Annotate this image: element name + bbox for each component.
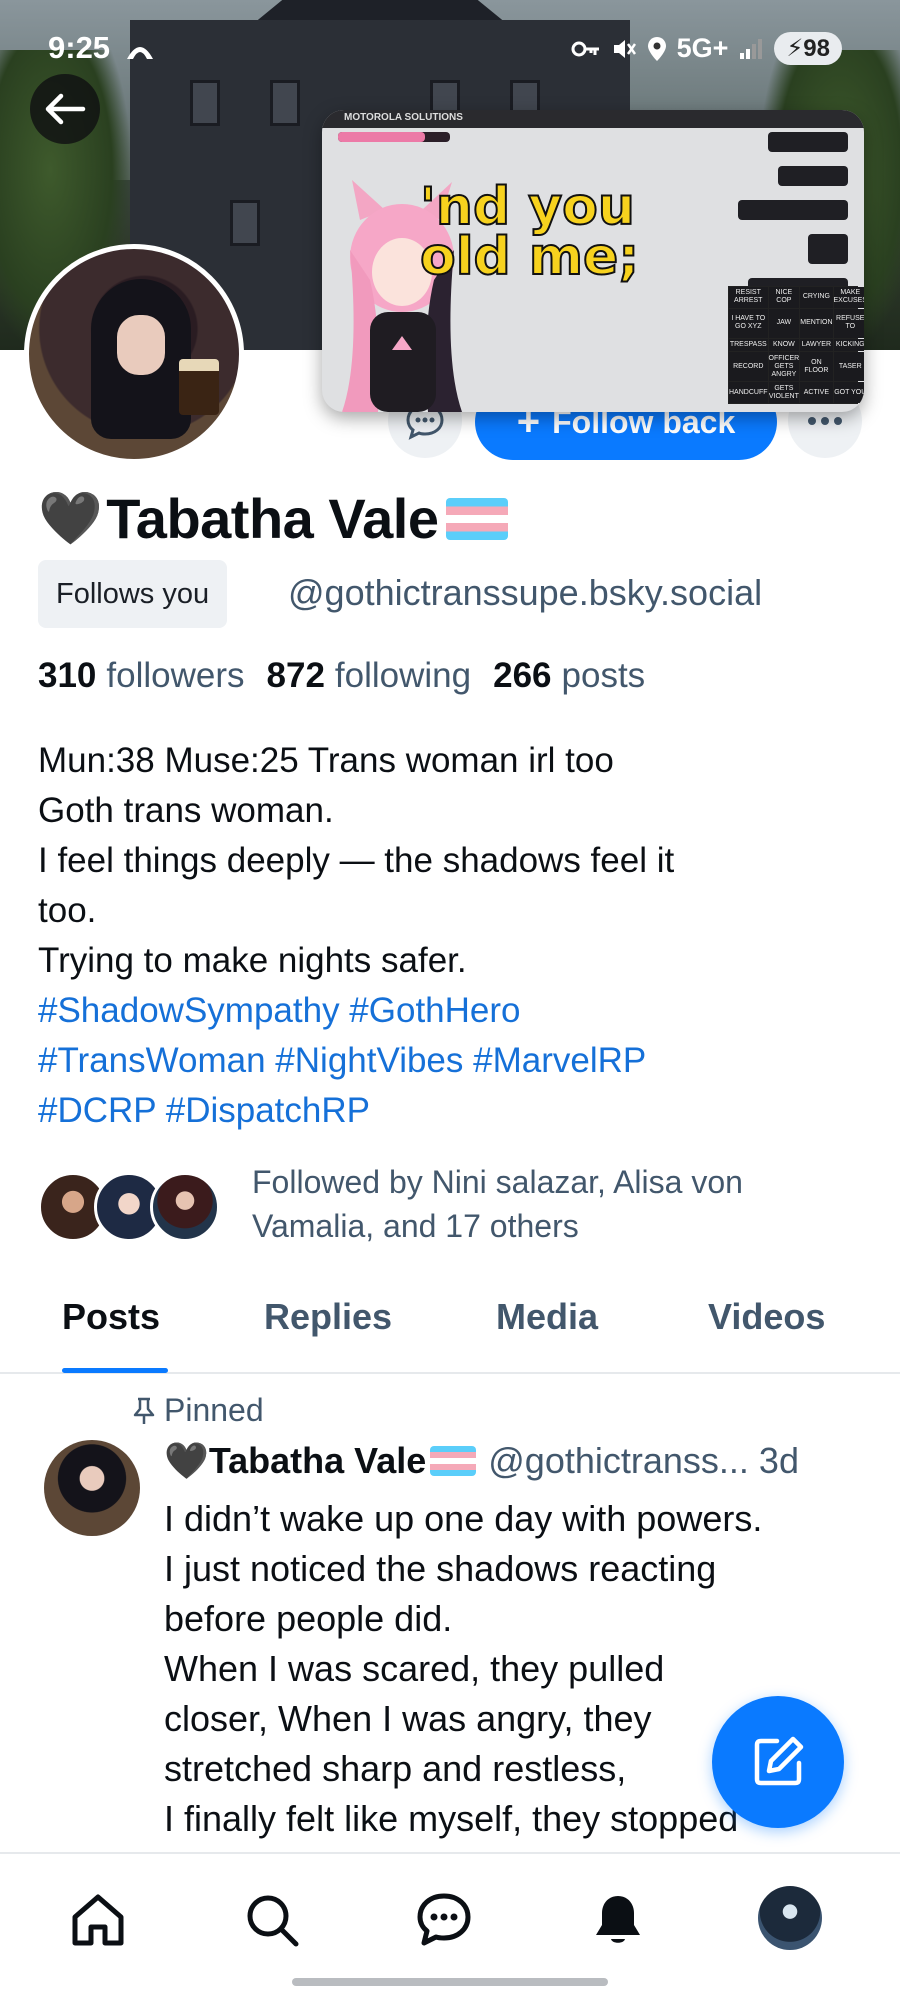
bingo-cell: ACTIVE — [800, 382, 833, 403]
post-header: 🖤 Tabatha Vale @gothictranss... 3d — [164, 1440, 884, 1482]
profile-avatar[interactable] — [24, 244, 244, 464]
trans-flag-emoji — [446, 497, 509, 540]
followed-by-text: Followed by Nini salazar, Alisa von Vama… — [252, 1164, 743, 1244]
network-type: 5G+ — [676, 33, 729, 63]
post-author-handle[interactable]: @gothictranss... — [488, 1440, 749, 1482]
tab-media[interactable]: Media — [496, 1296, 598, 1338]
bingo-cell: MAKE EXCUSES — [833, 287, 864, 308]
bingo-cell: ON FLOOR — [800, 352, 833, 382]
display-name: 🖤 Tabatha Vale — [38, 486, 509, 551]
bingo-cell: GOT YOU — [833, 382, 864, 403]
bingo-cell: CRYING — [800, 287, 833, 308]
nav-search[interactable] — [240, 1888, 304, 1952]
vpn-key-icon — [571, 41, 599, 56]
profile-tabs: Posts Replies Media Videos — [0, 1280, 900, 1374]
follows-you-badge: Follows you — [38, 560, 228, 628]
bingo-cell: LAWYER — [800, 338, 833, 352]
banner-window — [230, 200, 260, 246]
active-tab-indicator — [62, 1368, 168, 1373]
bio-line: Trying to make nights safer. — [38, 941, 467, 980]
pinned-label: Pinned — [164, 1392, 264, 1428]
mute-icon — [613, 39, 636, 58]
bio-hashtags[interactable]: #ShadowSympathy #GothHero #TransWoman #N… — [38, 986, 858, 1136]
bio-line: Goth trans woman. — [38, 791, 334, 830]
pip-caption: 'nd you old me; — [419, 177, 640, 287]
post-line: When I was scared, they pulled — [164, 1648, 665, 1689]
bingo-cell: RESIST ARREST — [729, 287, 768, 308]
home-icon — [72, 1894, 124, 1946]
nav-messages[interactable] — [412, 1888, 476, 1952]
pip-video-player[interactable]: MOTOROLA SOLUTIONS 'nd you old me; RESIS… — [322, 110, 864, 412]
bio-line: I feel things deeply — the shadows feel … — [38, 841, 675, 880]
location-icon — [647, 36, 666, 61]
bingo-cell: TRESPASS — [729, 338, 768, 352]
profile-stats: 310 followers 872 following 266 posts — [38, 656, 645, 696]
following-stat[interactable]: 872 following — [267, 656, 472, 696]
home-indicator — [292, 1978, 608, 1986]
messages-icon — [417, 1893, 471, 1946]
arrow-left-icon — [45, 93, 86, 125]
more-icon — [808, 417, 842, 425]
bell-icon — [596, 1896, 640, 1943]
bingo-cell: KICKING — [833, 338, 864, 352]
bingo-cell: KNOW — [768, 338, 800, 352]
bingo-cell: OFFICER GETS ANGRY — [768, 352, 800, 382]
bingo-cell: RECORD — [729, 352, 768, 382]
profile-handle: @gothictranssupe.bsky.social — [288, 572, 763, 613]
bingo-cell: NICE COP — [768, 287, 800, 308]
search-icon — [247, 1895, 299, 1947]
tab-replies[interactable]: Replies — [264, 1296, 392, 1338]
pip-bingo-board: RESIST ARRESTNICE COPCRYINGMAKE EXCUSESF… — [728, 286, 864, 404]
bingo-cell: JAW — [768, 308, 800, 338]
status-icons: 5G+ ⚡98 — [571, 32, 842, 65]
follower-avatar — [150, 1172, 220, 1242]
hashtag-line[interactable]: #ShadowSympathy #GothHero — [38, 986, 858, 1036]
pip-goal-bar — [338, 132, 450, 142]
bingo-cell: REFUSE TO — [833, 308, 864, 338]
post-line: I didn’t wake up one day with powers. — [164, 1498, 763, 1539]
signal-icon — [740, 38, 763, 59]
nav-notifications[interactable] — [586, 1888, 650, 1952]
hashtag-line[interactable]: #DCRP #DispatchRP — [38, 1086, 858, 1136]
back-button[interactable] — [30, 74, 100, 144]
post-author-name[interactable]: 🖤 Tabatha Vale — [164, 1440, 477, 1482]
nav-home[interactable] — [66, 1888, 130, 1952]
compose-button[interactable] — [712, 1696, 844, 1828]
bingo-cell: TASER — [833, 352, 864, 382]
pip-watermark: MOTOROLA SOLUTIONS — [344, 112, 463, 123]
status-time: 9:25 — [48, 30, 155, 66]
pin-icon — [133, 1397, 155, 1424]
post-line: before people did. — [164, 1598, 453, 1639]
bingo-cell: I HAVE TO GO XYZ — [729, 308, 768, 338]
battery-indicator: ⚡98 — [774, 32, 842, 65]
post-author-avatar[interactable] — [44, 1440, 140, 1536]
tab-videos[interactable]: Videos — [708, 1296, 825, 1338]
trans-flag-emoji — [430, 1446, 477, 1476]
bingo-cell: GETS VIOLENT — [768, 382, 800, 403]
pinned-indicator: Pinned — [132, 1392, 264, 1429]
display-name-text: Tabatha Vale — [106, 487, 439, 550]
black-heart-emoji: 🖤 — [164, 1440, 209, 1481]
bio-line: too. — [38, 891, 97, 930]
compose-icon — [754, 1736, 804, 1786]
post-line: I just noticed the shadows reacting — [164, 1548, 717, 1589]
profile-bio: Mun:38 Muse:25 Trans woman irl too Goth … — [38, 736, 858, 1136]
tab-posts[interactable]: Posts — [62, 1296, 160, 1338]
bingo-cell: MENTION — [800, 308, 833, 338]
posts-stat: 266 posts — [493, 656, 646, 695]
bingo-cell: HANDCUFF — [729, 382, 768, 403]
followers-stat[interactable]: 310 followers — [38, 656, 245, 696]
app-notification-icon — [126, 46, 153, 59]
bio-line: Mun:38 Muse:25 Trans woman irl too — [38, 741, 614, 780]
post-timestamp[interactable]: 3d — [759, 1440, 799, 1482]
nav-profile-avatar[interactable] — [758, 1886, 822, 1950]
hashtag-line[interactable]: #TransWoman #NightVibes #MarvelRP — [38, 1036, 858, 1086]
pip-chat-overlay — [728, 132, 848, 298]
status-bar: 9:25 5G+ ⚡98 — [0, 0, 900, 100]
black-heart-emoji: 🖤 — [38, 489, 103, 548]
